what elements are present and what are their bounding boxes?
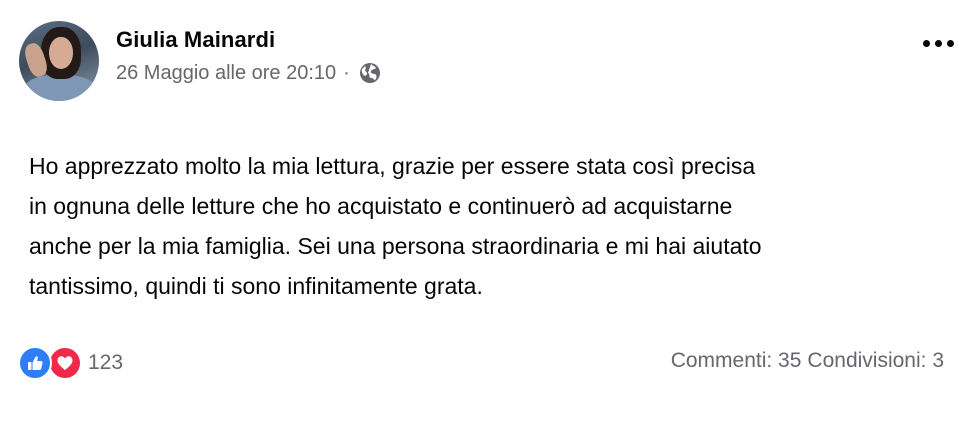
avatar[interactable] [19,21,99,101]
engagement-stats: Commenti: 35 Condivisioni: 3 [671,349,944,373]
comments-count[interactable]: Commenti: 35 [671,349,802,373]
post-card: Giulia Mainardi 26 Maggio alle ore 20:10… [0,0,968,428]
post-timestamp[interactable]: 26 Maggio alle ore 20:10 [116,62,336,85]
more-dot [922,39,930,47]
love-icon [48,346,82,380]
reaction-count: 123 [88,351,124,374]
more-options-icon[interactable] [916,28,960,58]
more-dot [934,39,942,47]
post-meta: 26 Maggio alle ore 20:10 · [116,61,382,85]
reactions-summary[interactable]: 123 [18,346,123,380]
more-dot [946,39,954,47]
meta-separator: · [343,61,350,84]
globe-icon[interactable] [358,61,382,85]
shares-count[interactable]: Condivisioni: 3 [807,349,944,373]
like-icon [18,346,52,380]
post-text: Ho apprezzato molto la mia lettura, graz… [29,153,762,299]
author-name[interactable]: Giulia Mainardi [116,27,275,53]
avatar-face [49,37,73,69]
